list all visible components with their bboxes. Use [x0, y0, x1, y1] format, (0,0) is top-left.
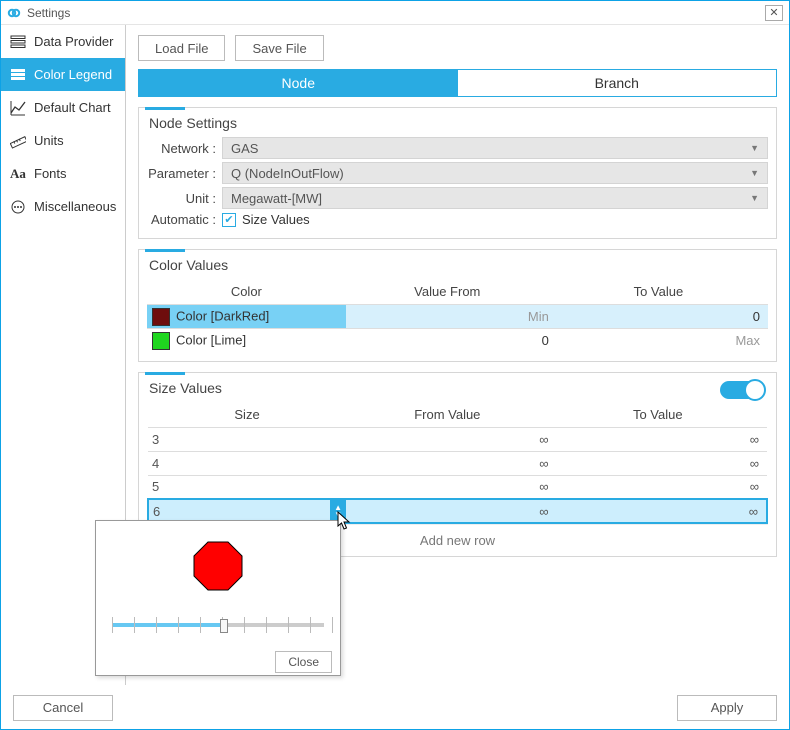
unit-value: Megawatt-[MW] — [231, 191, 322, 206]
automatic-checkbox[interactable]: ✔ — [222, 213, 236, 227]
sidebar-item-data-provider[interactable]: Data Provider — [1, 25, 125, 58]
panel-title: Node Settings — [149, 115, 768, 131]
size-values-table: Size From Value To Value 3 ∞ ∞ 4 ∞ — [147, 402, 768, 525]
panel-title: Size Values — [149, 380, 222, 396]
titlebar: Settings ✕ — [1, 1, 789, 25]
col-size: Size — [148, 402, 346, 428]
sidebar-item-fonts[interactable]: Aa Fonts — [1, 157, 125, 190]
color-legend-icon — [9, 66, 27, 84]
panel-title: Color Values — [149, 257, 768, 273]
color-label: Color [DarkRed] — [176, 308, 269, 323]
chevron-down-icon: ▼ — [750, 168, 759, 178]
apply-button[interactable]: Apply — [677, 695, 777, 721]
tab-branch[interactable]: Branch — [458, 70, 777, 96]
color-values-table: Color Value From To Value Color [DarkRed… — [147, 279, 768, 353]
network-label: Network : — [147, 141, 222, 156]
data-provider-icon — [9, 33, 27, 51]
window-close-button[interactable]: ✕ — [765, 5, 783, 21]
size-cell[interactable]: 4 — [148, 451, 346, 475]
to-cell[interactable]: ∞ — [557, 475, 767, 499]
value-to[interactable]: 0 — [557, 305, 768, 329]
to-cell[interactable]: ∞ — [557, 427, 767, 451]
size-row[interactable]: 4 ∞ ∞ — [148, 451, 767, 475]
col-from: Value From — [346, 279, 557, 305]
color-row[interactable]: Color [Lime] 0 Max — [147, 329, 768, 353]
sidebar-item-label: Default Chart — [34, 100, 111, 115]
sidebar-item-color-legend[interactable]: Color Legend — [1, 58, 125, 91]
value-from[interactable]: Min — [346, 305, 557, 329]
size-values-toggle[interactable] — [720, 381, 764, 399]
sidebar-item-units[interactable]: Units — [1, 124, 125, 157]
from-cell[interactable]: ∞ — [346, 475, 556, 499]
automatic-check-label: Size Values — [242, 212, 310, 227]
sidebar-item-label: Units — [34, 133, 64, 148]
window-title: Settings — [27, 6, 70, 20]
sidebar-item-default-chart[interactable]: Default Chart — [1, 91, 125, 124]
parameter-select[interactable]: Q (NodeInOutFlow) ▼ — [222, 162, 768, 184]
to-cell[interactable]: ∞ — [557, 499, 767, 523]
chevron-down-icon: ▼ — [750, 143, 759, 153]
color-row[interactable]: Color [DarkRed] Min 0 — [147, 305, 768, 329]
from-cell[interactable]: ∞ — [346, 451, 556, 475]
parameter-label: Parameter : — [147, 166, 222, 181]
network-value: GAS — [231, 141, 258, 156]
load-file-button[interactable]: Load File — [138, 35, 225, 61]
color-swatch — [152, 332, 170, 350]
color-swatch — [152, 308, 170, 326]
footer: Cancel Apply — [1, 685, 789, 729]
slider-thumb[interactable] — [220, 619, 228, 633]
sidebar-item-label: Data Provider — [34, 34, 113, 49]
from-cell[interactable]: ∞ — [346, 499, 556, 523]
col-from: From Value — [346, 402, 556, 428]
size-row[interactable]: 5 ∞ ∞ — [148, 475, 767, 499]
from-cell[interactable]: ∞ — [346, 427, 556, 451]
color-values-panel: Color Values Color Value From To Value C… — [138, 249, 777, 362]
sidebar-item-label: Miscellaneous — [34, 199, 116, 214]
file-toolbar: Load File Save File — [138, 35, 777, 61]
size-editor-popup: Close — [95, 520, 341, 676]
size-cell[interactable]: 3 — [148, 427, 346, 451]
chevron-down-icon: ▼ — [750, 193, 759, 203]
tab-node[interactable]: Node — [139, 70, 458, 96]
sidebar-item-label: Color Legend — [34, 67, 112, 82]
sidebar-item-label: Fonts — [34, 166, 67, 181]
value-to[interactable]: Max — [557, 329, 768, 353]
chart-icon — [9, 99, 27, 117]
misc-icon — [9, 198, 27, 216]
popup-close-button[interactable]: Close — [275, 651, 332, 673]
parameter-value: Q (NodeInOutFlow) — [231, 166, 344, 181]
size-cell[interactable]: 5 — [148, 475, 346, 499]
size-row[interactable]: 3 ∞ ∞ — [148, 427, 767, 451]
fonts-icon: Aa — [9, 165, 27, 183]
value-from[interactable]: 0 — [346, 329, 557, 353]
ruler-icon — [9, 132, 27, 150]
settings-window: Settings ✕ Data Provider Color Legend — [0, 0, 790, 730]
app-logo-icon — [7, 6, 21, 20]
network-select[interactable]: GAS ▼ — [222, 137, 768, 159]
size-spinner[interactable]: ▲▼ — [330, 500, 346, 522]
legend-tabs: Node Branch — [138, 69, 777, 97]
unit-select[interactable]: Megawatt-[MW] ▼ — [222, 187, 768, 209]
shape-preview — [104, 529, 332, 603]
automatic-label: Automatic : — [147, 212, 222, 227]
col-to: To Value — [557, 402, 767, 428]
unit-label: Unit : — [147, 191, 222, 206]
col-to: To Value — [557, 279, 768, 305]
node-settings-panel: Node Settings Network : GAS ▼ Parameter … — [138, 107, 777, 239]
cancel-button[interactable]: Cancel — [13, 695, 113, 721]
size-slider[interactable] — [104, 609, 332, 649]
color-label: Color [Lime] — [176, 332, 246, 347]
col-color: Color — [147, 279, 346, 305]
to-cell[interactable]: ∞ — [557, 451, 767, 475]
sidebar-item-miscellaneous[interactable]: Miscellaneous — [1, 190, 125, 223]
save-file-button[interactable]: Save File — [235, 35, 323, 61]
